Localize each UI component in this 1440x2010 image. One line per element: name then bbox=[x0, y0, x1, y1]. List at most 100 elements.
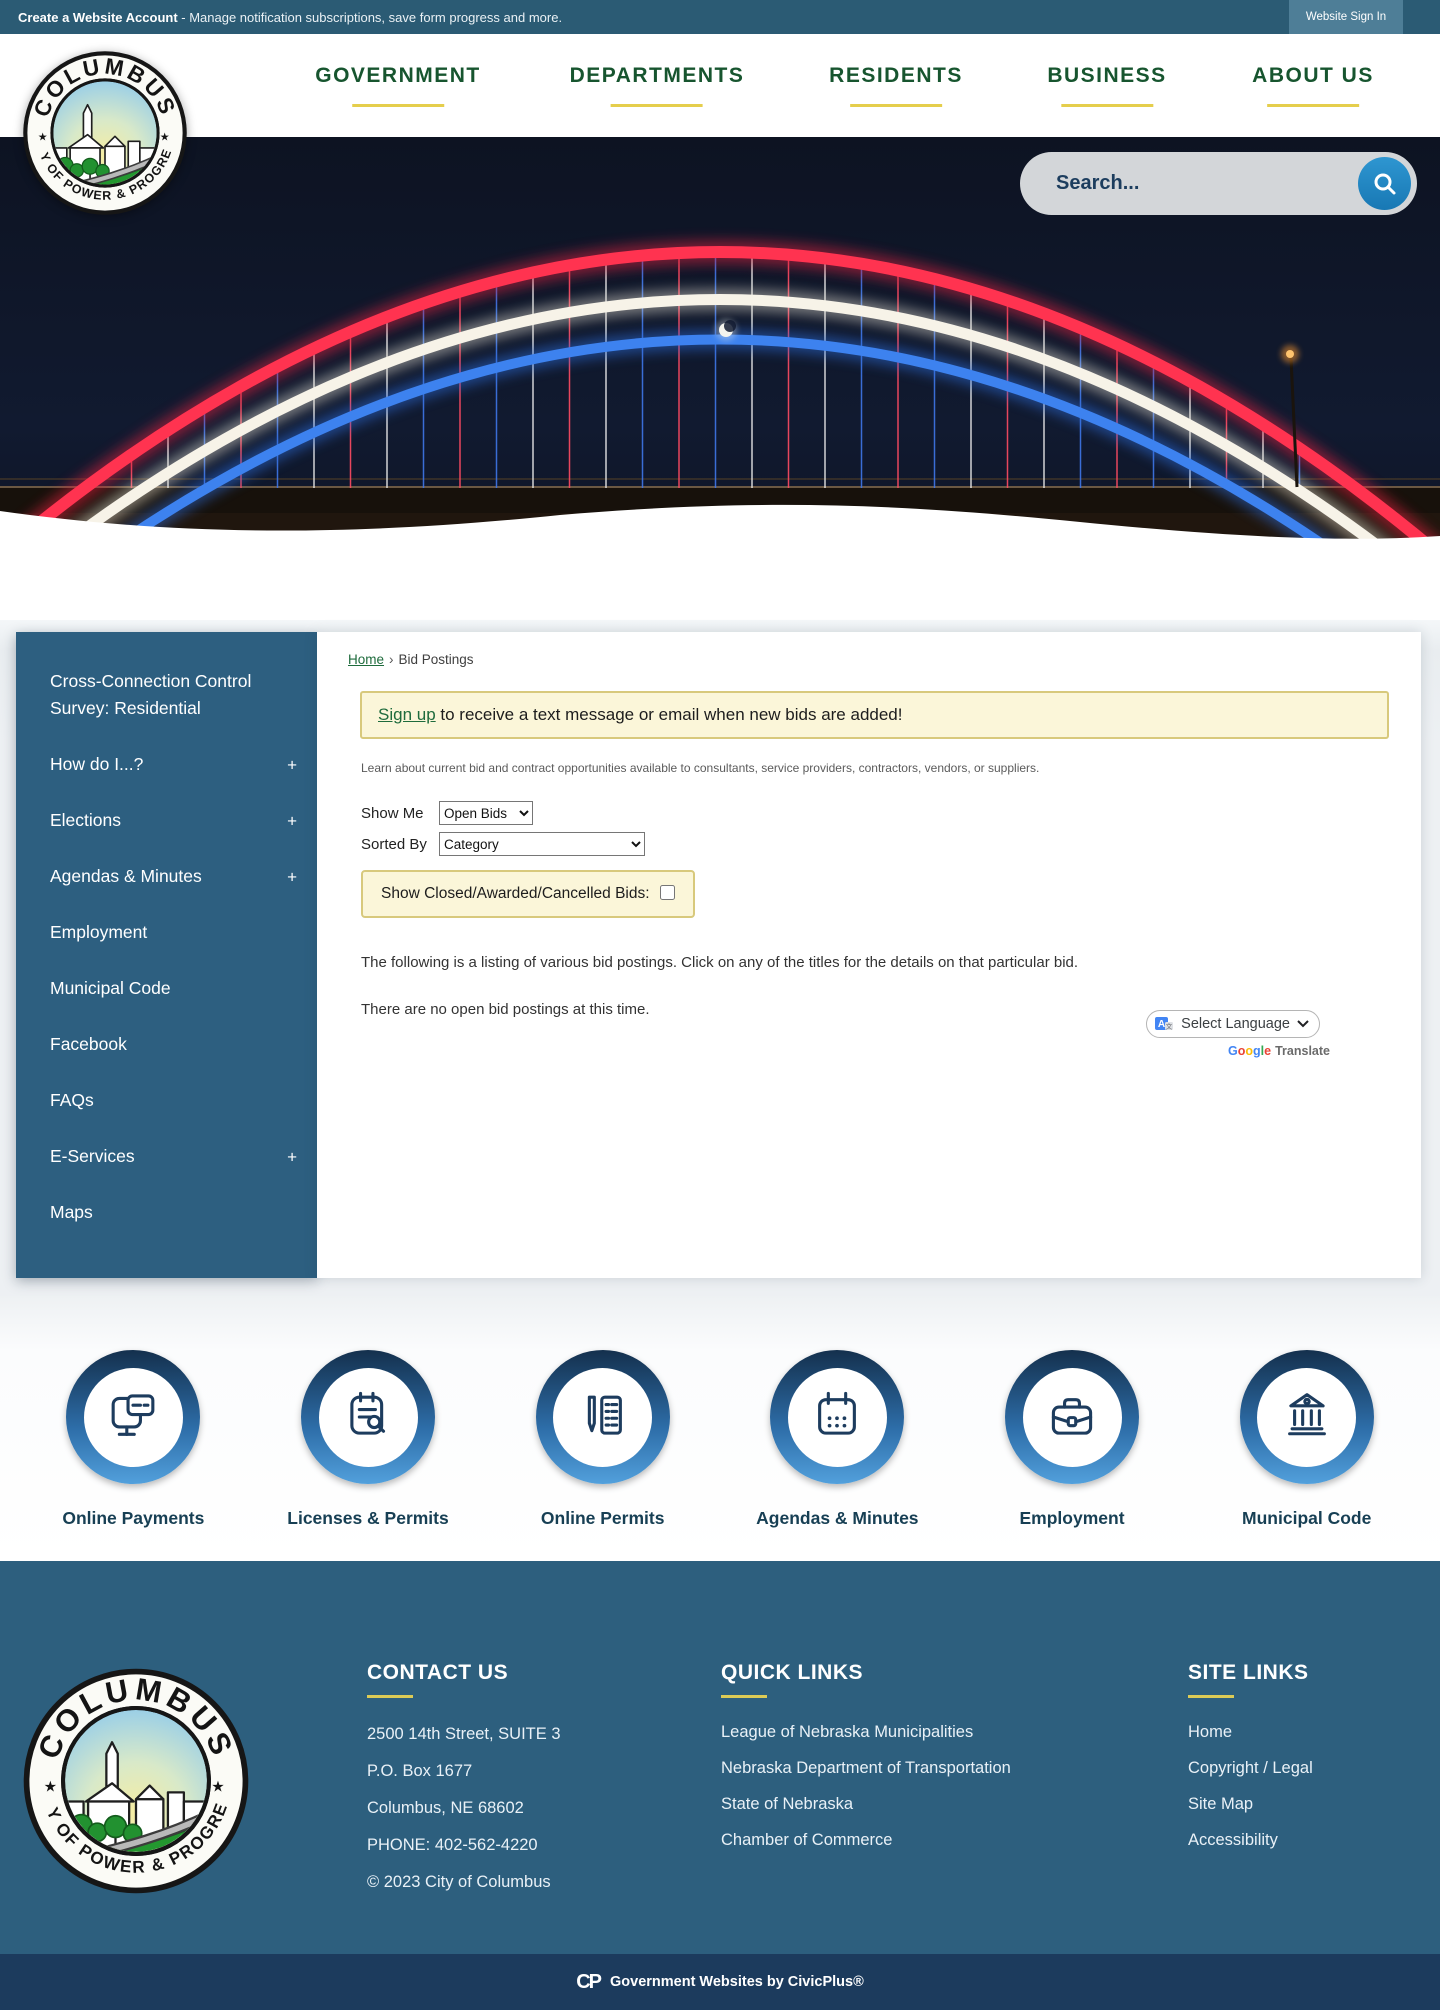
civicplus-bar[interactable]: CP Government Websites by CivicPlus® bbox=[0, 1954, 1440, 2010]
tile-label: Employment bbox=[1019, 1508, 1125, 1528]
account-promo: Create a Website Account - Manage notifi… bbox=[0, 10, 562, 25]
sidebar-menu: Cross-Connection Control Survey: Residen… bbox=[16, 632, 317, 1278]
tile-online-permits[interactable]: Online Permits bbox=[485, 1350, 720, 1561]
footer-link-league[interactable]: League of Nebraska Municipalities bbox=[721, 1714, 1011, 1750]
footer-link-home[interactable]: Home bbox=[1188, 1714, 1313, 1750]
svg-text:文: 文 bbox=[1166, 1022, 1173, 1031]
page: Create a Website Account - Manage notifi… bbox=[0, 0, 1440, 2010]
nav-item-about-us[interactable]: ABOUT US bbox=[1252, 34, 1374, 137]
sidebar-item-label: Municipal Code bbox=[50, 978, 171, 998]
quick-links-row: Online Payments Licenses & Permits Onlin… bbox=[0, 1296, 1440, 1561]
closed-bids-checkbox[interactable] bbox=[659, 885, 675, 900]
copyright-line: © 2023 City of Columbus bbox=[367, 1873, 551, 1891]
sidebar-item-label: Employment bbox=[50, 922, 148, 942]
tile-label: Licenses & Permits bbox=[287, 1508, 449, 1528]
nav-underline bbox=[1266, 104, 1359, 107]
expand-plus-icon[interactable]: + bbox=[287, 808, 297, 835]
tile-agendas-minutes[interactable]: Agendas & Minutes bbox=[720, 1350, 955, 1561]
nav-label: BUSINESS bbox=[1047, 64, 1167, 87]
sidebar-item-maps[interactable]: Maps bbox=[16, 1185, 317, 1241]
moon-icon bbox=[715, 319, 737, 341]
tile-label: Online Payments bbox=[62, 1508, 205, 1528]
signup-banner-text: to receive a text message or email when … bbox=[435, 705, 903, 724]
tile-employment[interactable]: Employment bbox=[955, 1350, 1190, 1561]
city-logo[interactable] bbox=[22, 50, 188, 216]
show-me-label: Show Me bbox=[361, 804, 424, 822]
tile-online-payments[interactable]: Online Payments bbox=[16, 1350, 251, 1561]
footer-link-ndot[interactable]: Nebraska Department of Transportation bbox=[721, 1750, 1011, 1786]
breadcrumb-separator: › bbox=[389, 652, 394, 667]
nav-item-residents[interactable]: RESIDENTS bbox=[829, 34, 963, 137]
sidebar-item-employment[interactable]: Employment bbox=[16, 905, 317, 961]
footer-link-accessibility[interactable]: Accessibility bbox=[1188, 1822, 1313, 1858]
icon-ring bbox=[1239, 1350, 1374, 1484]
sorted-by-row: Sorted By Category bbox=[361, 832, 1389, 856]
contact-address-line: Columbus, NE 68602 bbox=[367, 1799, 524, 1817]
heading-underline bbox=[1188, 1695, 1234, 1698]
footer-link-sitemap[interactable]: Site Map bbox=[1188, 1786, 1313, 1822]
nav-label: GOVERNMENT bbox=[315, 64, 481, 87]
nav-item-departments[interactable]: DEPARTMENTS bbox=[570, 34, 745, 137]
civicplus-icon: CP bbox=[576, 1970, 602, 1993]
tile-label: Agendas & Minutes bbox=[756, 1508, 919, 1528]
sidebar-item-elections[interactable]: Elections + bbox=[16, 793, 317, 849]
chevron-down-icon bbox=[1297, 1020, 1309, 1028]
signup-link[interactable]: Sign up bbox=[378, 705, 436, 724]
footer-city-logo bbox=[22, 1667, 250, 1895]
sorted-by-label: Sorted By bbox=[361, 835, 427, 853]
google-translate-brand: Google Translate bbox=[1228, 1044, 1330, 1058]
listing-description: The following is a listing of various bi… bbox=[361, 954, 1079, 971]
sidebar-item-label: Cross-Connection Control Survey: Residen… bbox=[50, 671, 252, 718]
expand-plus-icon[interactable]: + bbox=[287, 864, 297, 891]
briefcase-icon bbox=[1051, 1398, 1093, 1435]
nav-item-business[interactable]: BUSINESS bbox=[1047, 34, 1166, 137]
licenses-icon bbox=[350, 1391, 386, 1435]
sidebar-item-faqs[interactable]: FAQs bbox=[16, 1073, 317, 1129]
expand-plus-icon[interactable]: + bbox=[287, 752, 297, 779]
tile-licenses-permits[interactable]: Licenses & Permits bbox=[251, 1350, 486, 1561]
sidebar-item-municipal-code[interactable]: Municipal Code bbox=[16, 961, 317, 1017]
closed-bids-label: Show Closed/Awarded/Cancelled Bids: bbox=[381, 885, 650, 902]
search-button[interactable] bbox=[1358, 157, 1411, 210]
website-signin-button[interactable]: Website Sign In bbox=[1289, 0, 1403, 34]
language-select[interactable]: A 文 Select Language bbox=[1146, 1010, 1320, 1038]
main-nav: GOVERNMENT DEPARTMENTS RESIDENTS BUSINES… bbox=[0, 34, 1440, 137]
contact-heading: CONTACT US bbox=[367, 1661, 509, 1684]
hero-banner bbox=[0, 137, 1440, 620]
breadcrumb-home-link[interactable]: Home bbox=[348, 652, 384, 667]
breadcrumb: Home › Bid Postings bbox=[348, 652, 1389, 667]
account-promo-text: - Manage notification subscriptions, sav… bbox=[177, 9, 563, 25]
show-me-select[interactable]: Open Bids bbox=[439, 801, 533, 825]
expand-plus-icon[interactable]: + bbox=[287, 1144, 297, 1171]
tile-municipal-code[interactable]: Municipal Code bbox=[1189, 1350, 1424, 1561]
svg-text:A: A bbox=[1158, 1019, 1165, 1030]
heading-underline bbox=[721, 1695, 767, 1698]
nav-underline bbox=[611, 104, 703, 107]
create-account-link[interactable]: Create a Website Account bbox=[18, 10, 178, 25]
signup-banner: Sign up to receive a text message or ema… bbox=[360, 691, 1389, 739]
contact-address-line: 2500 14th Street, SUITE 3 bbox=[367, 1725, 561, 1743]
nav-item-government[interactable]: GOVERNMENT bbox=[315, 34, 481, 137]
contact-address-line: P.O. Box 1677 bbox=[367, 1762, 473, 1780]
sidebar-item-agendas-minutes[interactable]: Agendas & Minutes + bbox=[16, 849, 317, 905]
sidebar-item-label: FAQs bbox=[50, 1090, 94, 1110]
footer-link-chamber[interactable]: Chamber of Commerce bbox=[721, 1822, 1011, 1858]
nav-label: RESIDENTS bbox=[829, 64, 963, 87]
search-input[interactable] bbox=[1056, 172, 1336, 195]
site-search bbox=[1020, 152, 1417, 215]
icon-ring bbox=[770, 1350, 905, 1484]
nav-label: DEPARTMENTS bbox=[569, 64, 745, 87]
search-icon bbox=[1374, 173, 1395, 194]
main-panel: Home › Bid Postings Sign up to receive a t… bbox=[317, 632, 1421, 1278]
sidebar-item-facebook[interactable]: Facebook bbox=[16, 1017, 317, 1073]
icon-ring bbox=[1005, 1350, 1140, 1484]
heading-underline bbox=[367, 1695, 413, 1698]
footer-link-state[interactable]: State of Nebraska bbox=[721, 1786, 1011, 1822]
site-links-heading: SITE LINKS bbox=[1188, 1661, 1309, 1684]
sidebar-item-cross-connection[interactable]: Cross-Connection Control Survey: Residen… bbox=[16, 654, 317, 737]
sidebar-item-how-do-i[interactable]: How do I...? + bbox=[16, 737, 317, 793]
footer-link-copyright[interactable]: Copyright / Legal bbox=[1188, 1750, 1313, 1786]
sidebar-item-e-services[interactable]: E-Services + bbox=[16, 1129, 317, 1185]
sorted-by-select[interactable]: Category bbox=[439, 832, 645, 856]
permits-icon bbox=[587, 1395, 622, 1435]
